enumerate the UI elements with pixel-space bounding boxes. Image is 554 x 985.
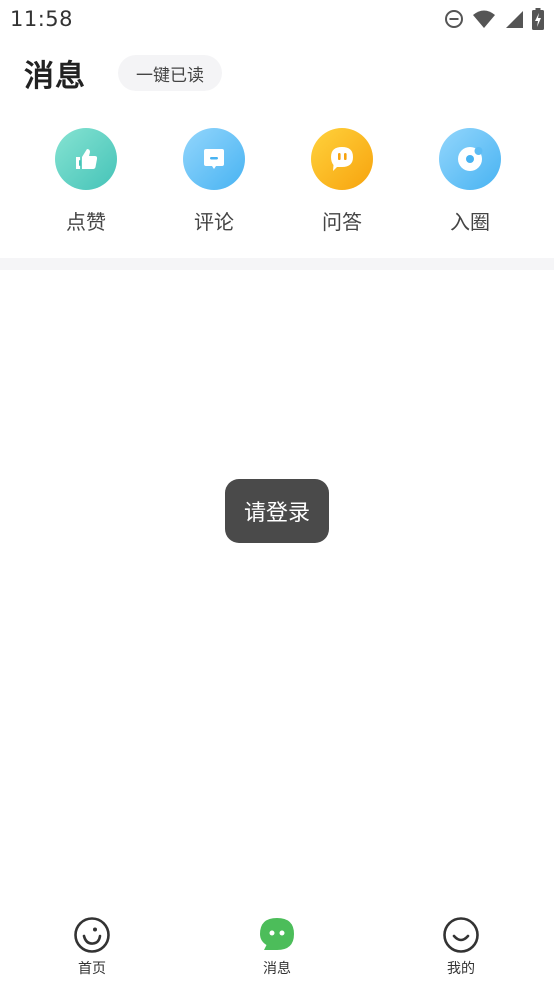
category-join-circle-label: 入圈 — [450, 210, 490, 234]
home-smile-icon — [74, 917, 110, 953]
nav-home-label: 首页 — [78, 961, 106, 977]
login-toast: 请登录 — [225, 479, 329, 543]
qa-icon — [311, 128, 373, 190]
bottom-nav: 首页 消息 我的 — [0, 910, 554, 985]
nav-item-home[interactable]: 首页 — [47, 916, 137, 978]
message-categories: 点赞 评论 问答 入圈 — [0, 128, 554, 238]
category-join-circle[interactable]: 入圈 — [430, 128, 510, 235]
category-comment[interactable]: 评论 — [174, 128, 254, 235]
nav-item-messages[interactable]: 消息 — [232, 916, 322, 978]
cellular-signal-icon — [506, 11, 523, 28]
profile-smile-icon — [443, 917, 479, 953]
comment-icon — [183, 128, 245, 190]
do-not-disturb-icon — [445, 10, 463, 28]
section-divider — [0, 258, 554, 270]
status-time: 11:58 — [10, 7, 74, 31]
category-comment-label: 评论 — [194, 210, 234, 234]
status-icons — [444, 8, 544, 30]
screen: 11:58 消息 一键已读 点赞 评论 问答 入圈 请登录 首页 消息 我的 — [0, 0, 554, 985]
mark-all-read-button[interactable]: 一键已读 — [118, 55, 222, 91]
page-title: 消息 — [24, 59, 86, 94]
thumbs-up-icon — [55, 128, 117, 190]
wifi-icon — [473, 10, 495, 28]
message-icon — [260, 918, 294, 950]
nav-item-mine[interactable]: 我的 — [416, 916, 506, 978]
battery-charging-icon — [532, 8, 544, 30]
category-like[interactable]: 点赞 — [46, 128, 126, 235]
status-bar: 11:58 — [0, 0, 554, 38]
header: 消息 一键已读 — [0, 50, 554, 96]
category-qa[interactable]: 问答 — [302, 128, 382, 235]
nav-mine-label: 我的 — [447, 961, 475, 977]
circle-icon — [439, 128, 501, 190]
category-qa-label: 问答 — [322, 210, 362, 234]
category-like-label: 点赞 — [66, 210, 106, 234]
nav-messages-label: 消息 — [263, 961, 291, 977]
